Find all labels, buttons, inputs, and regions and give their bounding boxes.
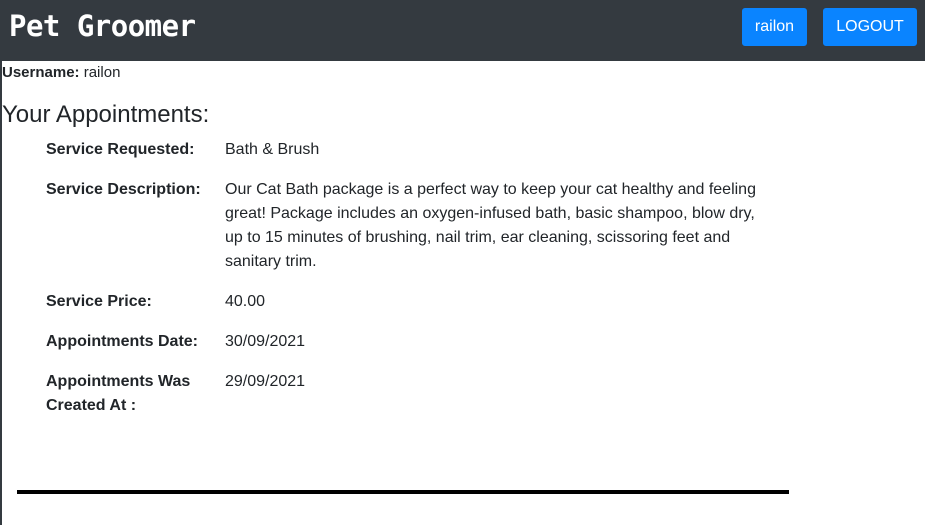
appointment-date-label: Appointments Date:	[46, 333, 198, 350]
service-requested-value: Bath & Brush	[225, 141, 320, 158]
appointment-divider	[17, 490, 789, 494]
created-at-value: 29/09/2021	[225, 373, 306, 390]
service-requested-row: Service Requested: Bath & Brush	[46, 138, 766, 162]
service-description-row: Service Description: Our Cat Bath packag…	[46, 178, 766, 274]
username-line: Username: railon	[2, 64, 120, 82]
navbar: Pet Groomer railon LOGOUT	[0, 0, 925, 61]
created-at-label: Appointments Was Created At :	[46, 373, 191, 414]
username-value: railon	[83, 64, 121, 81]
service-requested-label: Service Requested:	[46, 141, 195, 158]
created-at-row: Appointments Was Created At : 29/09/2021	[46, 370, 766, 418]
page: Pet Groomer railon LOGOUT Username: rail…	[0, 0, 925, 525]
appointment-card: Service Requested: Bath & Brush Service …	[46, 138, 766, 434]
service-description-value: Our Cat Bath package is a perfect way to…	[225, 181, 756, 270]
user-button[interactable]: railon	[742, 8, 807, 46]
service-price-row: Service Price: 40.00	[46, 290, 766, 314]
logout-button[interactable]: LOGOUT	[823, 8, 917, 46]
appointment-date-value: 30/09/2021	[225, 333, 306, 350]
username-label: Username:	[2, 64, 80, 81]
appointments-title: Your Appointments:	[2, 101, 210, 128]
appointment-date-row: Appointments Date: 30/09/2021	[46, 330, 766, 354]
service-description-label: Service Description:	[46, 181, 201, 198]
service-price-value: 40.00	[225, 293, 266, 310]
service-price-label: Service Price:	[46, 293, 152, 310]
brand-logo[interactable]: Pet Groomer	[9, 8, 196, 44]
